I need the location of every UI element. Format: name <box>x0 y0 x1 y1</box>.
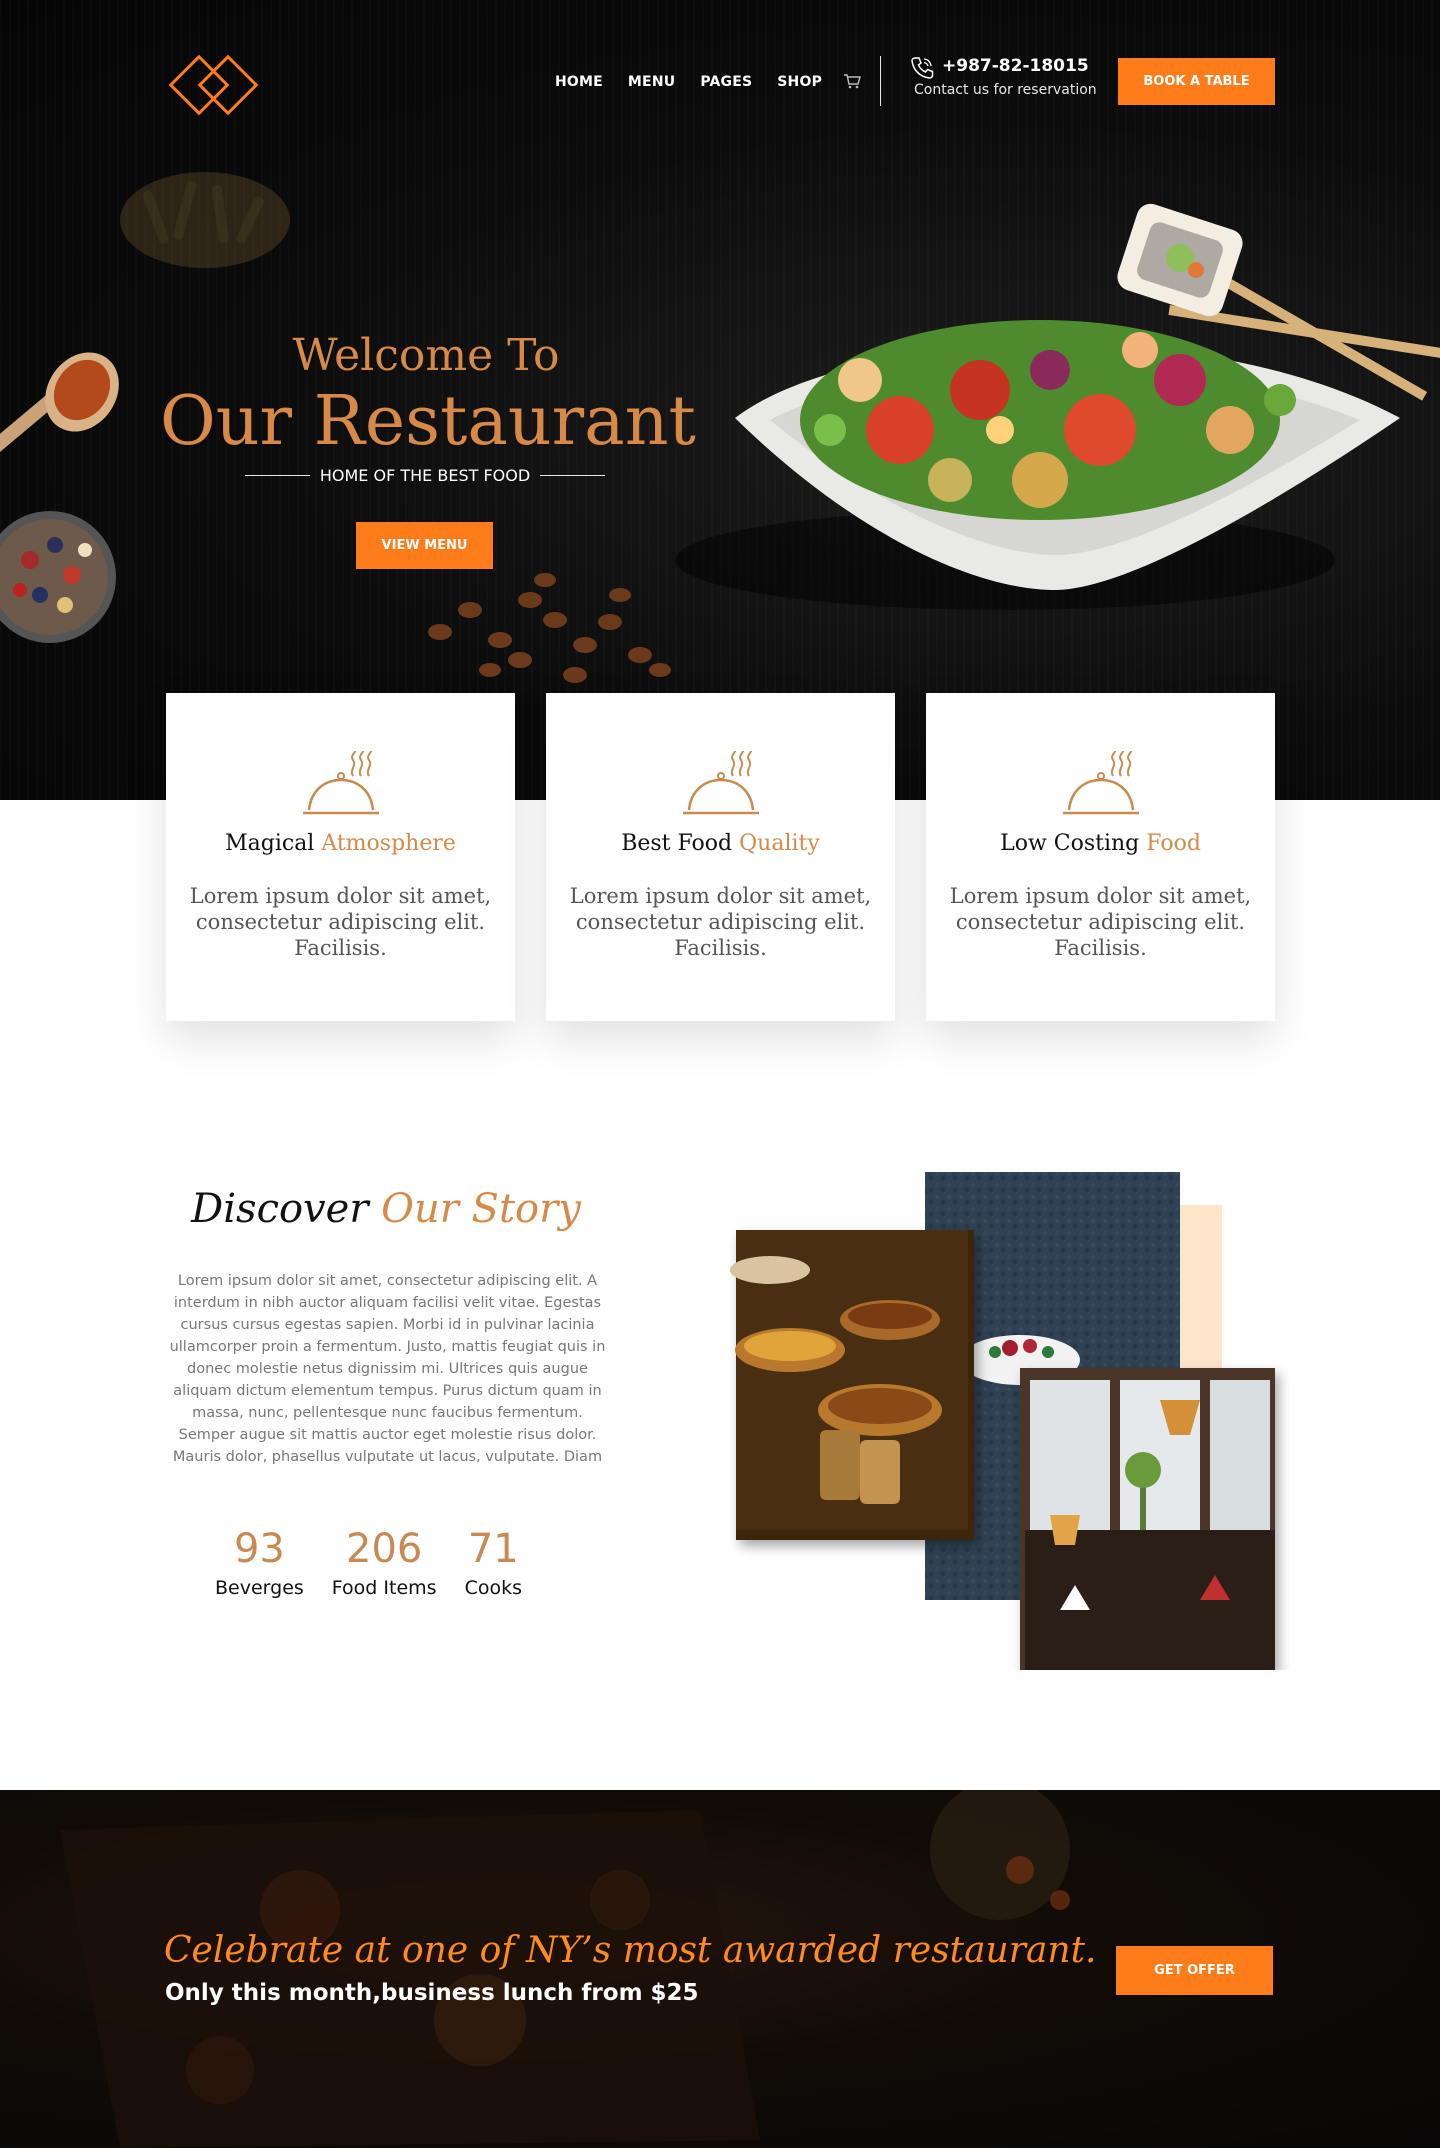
nav-item-menu[interactable]: MENU <box>628 74 675 90</box>
tagline-line-right <box>540 475 606 476</box>
spice-spoon-image <box>0 352 119 469</box>
book-table-button[interactable]: BOOK A TABLE <box>1118 58 1275 105</box>
cart-icon[interactable] <box>843 73 861 89</box>
nav-divider <box>880 56 881 106</box>
fries-image <box>120 172 290 268</box>
salad-plate-image <box>675 320 1400 610</box>
offer-title: Celebrate at one of NY’s most awarded re… <box>164 1930 1097 1971</box>
card-text: Lorem ipsum dolor sit amet, consectetur … <box>569 884 872 960</box>
stat-cooks: 71 Cooks <box>465 1525 522 1599</box>
card-title-plain: Low Costing <box>1000 831 1147 856</box>
card-text: Lorem ipsum dolor sit amet, consectetur … <box>949 884 1252 960</box>
stat-beverages: 93 Beverges <box>215 1525 304 1599</box>
offer-banner: Celebrate at one of NY’s most awarded re… <box>0 1790 1440 2148</box>
serving-cloche-icon <box>683 750 759 815</box>
card-title: Low Costing Food <box>926 831 1275 856</box>
card-title-plain: Best Food <box>621 831 740 856</box>
view-menu-button[interactable]: VIEW MENU <box>356 522 493 569</box>
interior-photo <box>1020 1368 1275 1670</box>
main-nav: HOME MENU PAGES SHOP <box>555 74 822 90</box>
phone-number[interactable]: +987-82-18015 <box>942 56 1089 76</box>
phone-caption: Contact us for reservation <box>914 82 1097 98</box>
stat-value: 93 <box>233 1526 285 1572</box>
stat-value: 71 <box>467 1526 519 1572</box>
feature-card-low-cost: Low Costing Food Lorem ipsum dolor sit a… <box>926 693 1275 1021</box>
story-body: Lorem ipsum dolor sit amet, consectetur … <box>169 1273 606 1465</box>
hero-title: Our Restaurant <box>160 382 696 461</box>
spice-bowls-photo <box>730 1230 974 1540</box>
card-title-accent: Food <box>1146 831 1201 856</box>
card-title-plain: Magical <box>225 831 322 856</box>
stat-label: Cooks <box>464 1577 522 1599</box>
story-title-accent: Our Story <box>381 1186 581 1232</box>
phone-icon <box>911 57 934 79</box>
stat-value: 206 <box>346 1526 423 1572</box>
berry-bowl-image <box>0 511 116 643</box>
story-photo-collage <box>730 1172 1275 1670</box>
tagline-line-left <box>245 475 310 476</box>
feature-card-quality: Best Food Quality Lorem ipsum dolor sit … <box>546 693 895 1021</box>
hero-section: HOME MENU PAGES SHOP +987-82-18015 Conta… <box>0 0 1440 800</box>
nav-item-home[interactable]: HOME <box>555 74 603 90</box>
serving-cloche-icon <box>303 750 379 815</box>
stat-food-items: 206 Food Items <box>332 1525 437 1599</box>
story-stats: 93 Beverges 206 Food Items 71 Cooks <box>215 1525 522 1599</box>
card-title-accent: Quality <box>739 831 820 856</box>
story-title-plain: Discover <box>191 1186 382 1232</box>
diamond-logo-icon[interactable] <box>164 50 264 120</box>
hero-welcome: Welcome To <box>292 330 560 381</box>
story-title: Discover Our Story <box>160 1186 612 1232</box>
hero-tagline: HOME OF THE BEST FOOD <box>245 466 606 485</box>
coffee-beans-image <box>428 573 671 683</box>
card-title: Best Food Quality <box>546 831 895 856</box>
feature-card-atmosphere: Magical Atmosphere Lorem ipsum dolor sit… <box>166 693 515 1021</box>
offer-subtitle: Only this month,business lunch from $25 <box>165 1980 699 2006</box>
card-title: Magical Atmosphere <box>166 831 515 856</box>
get-offer-button[interactable]: GET OFFER <box>1116 1946 1273 1995</box>
nav-item-shop[interactable]: SHOP <box>777 74 822 90</box>
stat-label: Food Items <box>331 1577 437 1599</box>
card-title-accent: Atmosphere <box>321 831 456 856</box>
nav-item-pages[interactable]: PAGES <box>700 74 752 90</box>
serving-cloche-icon <box>1063 750 1139 815</box>
stat-label: Beverges <box>215 1577 304 1599</box>
card-text: Lorem ipsum dolor sit amet, consectetur … <box>189 884 492 960</box>
tagline-text: HOME OF THE BEST FOOD <box>319 466 531 485</box>
